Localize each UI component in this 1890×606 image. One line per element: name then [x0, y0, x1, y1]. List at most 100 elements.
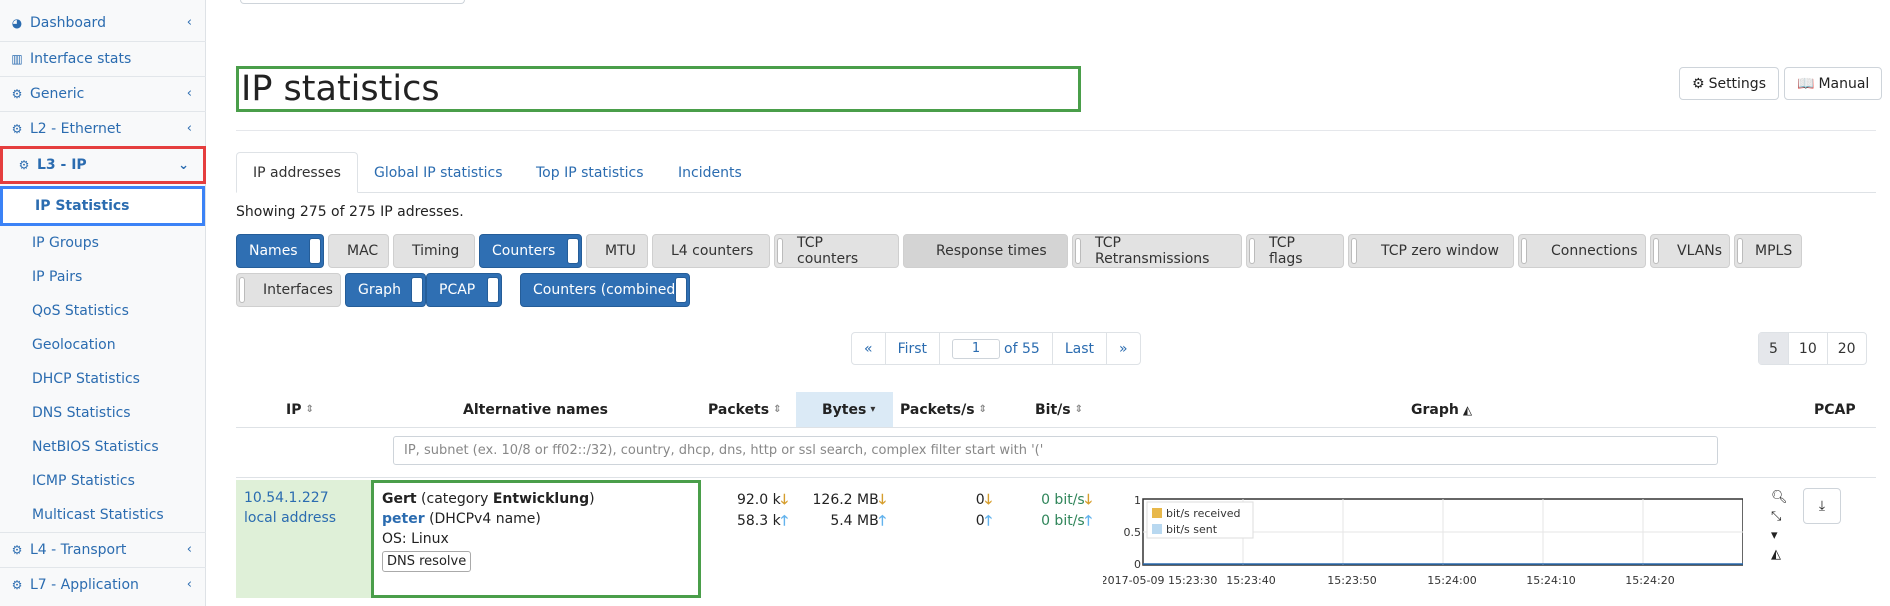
ip-link[interactable]: 10.54.1.227 — [244, 488, 363, 508]
column-header-packets-per-second[interactable]: Packets/s ⇕ — [900, 392, 987, 427]
sidebar-item-multicast-statistics[interactable]: Multicast Statistics — [32, 500, 202, 530]
page-last-button[interactable]: Last — [1053, 333, 1107, 364]
toggle-tcp-zero-window[interactable]: TCP zero window — [1348, 234, 1514, 268]
toggle-graph[interactable]: Graph — [345, 273, 426, 307]
ip-cell: 10.54.1.227 local address — [236, 480, 371, 598]
category-prefix: (category — [421, 491, 493, 507]
arrow-up-icon: 🡑 — [780, 513, 788, 529]
toggle-label: MPLS — [1755, 243, 1793, 259]
category-suffix: ) — [589, 491, 595, 507]
sort-icon: ⇕ — [305, 404, 314, 415]
sidebar-item-ip-pairs[interactable]: IP Pairs — [32, 262, 202, 292]
toggle-timing[interactable]: Timing — [393, 234, 475, 268]
page-first-button[interactable]: First — [886, 333, 941, 364]
toggle-interfaces[interactable]: Interfaces — [236, 273, 341, 307]
page-size-20[interactable]: 20 — [1828, 333, 1866, 364]
sidebar-item-ip-statistics[interactable]: IP Statistics — [0, 186, 205, 226]
page-size-5[interactable]: 5 — [1759, 333, 1789, 364]
toggle-label: Connections — [1551, 243, 1638, 259]
bits-per-second-sent: 0 bit/s🡑 — [1010, 510, 1092, 534]
compress-icon[interactable]: ⤡ — [1771, 509, 1781, 524]
toggle-knob — [1521, 238, 1527, 264]
toggle-tcp-counters[interactable]: TCP counters — [774, 234, 899, 268]
toggle-label: Names — [249, 243, 298, 259]
divider — [236, 477, 1876, 478]
toggle-tcp-flags[interactable]: TCP flags — [1246, 234, 1344, 268]
toggle-connections[interactable]: Connections — [1518, 234, 1646, 268]
page-number-input[interactable] — [952, 338, 1001, 359]
area-chart-icon[interactable]: ◭ — [1771, 547, 1781, 562]
dns-resolve-button[interactable]: DNS resolve — [382, 551, 472, 572]
sidebar-item-geolocation[interactable]: Geolocation — [32, 330, 202, 360]
y-tick: 1 — [1134, 494, 1141, 507]
column-header-label: PCAP — [1814, 401, 1856, 418]
filter-input[interactable] — [393, 436, 1718, 465]
sidebar-item-l7-application[interactable]: ⚙ L7 - Application ‹ — [0, 567, 206, 602]
dhcp-name-suffix: (DHCPv4 name) — [429, 511, 541, 527]
column-header-bits-per-second[interactable]: Bit/s ⇕ — [1035, 392, 1083, 427]
sidebar-item-label: ICMP Statistics — [32, 473, 135, 489]
page-next-button[interactable]: » — [1107, 333, 1140, 364]
manual-button[interactable]: 📖 Manual — [1784, 67, 1883, 100]
chevron-left-icon: ‹ — [186, 542, 192, 557]
gear-icon: ⚙ — [11, 121, 23, 136]
y-tick: 0.5 — [1124, 526, 1142, 539]
column-header-label: Bit/s — [1035, 401, 1071, 418]
result-count: Showing 275 of 275 IP adresses. — [236, 204, 464, 220]
ip-note-link[interactable]: local address — [244, 508, 363, 528]
column-header-bytes[interactable]: Bytes ▾ — [796, 392, 893, 427]
dhcp-name-link[interactable]: peter — [382, 511, 425, 527]
sidebar-item-qos-statistics[interactable]: QoS Statistics — [32, 296, 202, 326]
sidebar-item-netbios-statistics[interactable]: NetBIOS Statistics — [32, 432, 202, 462]
os-line: OS: Linux — [382, 531, 449, 547]
sidebar-item-dns-statistics[interactable]: DNS Statistics — [32, 398, 202, 428]
toggle-mtu[interactable]: MTU — [586, 234, 648, 268]
sidebar-item-label: Interface stats — [30, 50, 132, 67]
sidebar-item-ip-groups[interactable]: IP Groups — [32, 228, 202, 258]
sort-icon: ⇕ — [773, 404, 782, 415]
sidebar-item-generic[interactable]: ⚙ Generic ‹ — [0, 76, 206, 111]
tab-ip-addresses[interactable]: IP addresses — [236, 152, 358, 193]
pcap-download-button[interactable]: ⤓ — [1803, 488, 1841, 524]
sidebar-item-l4-transport[interactable]: ⚙ L4 - Transport ‹ — [0, 532, 206, 567]
sidebar-item-dhcp-statistics[interactable]: DHCP Statistics — [32, 364, 202, 394]
toggle-label: MAC — [347, 243, 379, 259]
column-header-label: Alternative names — [463, 401, 608, 418]
toggle-mpls[interactable]: MPLS — [1734, 234, 1802, 268]
toggle-vlans[interactable]: VLANs — [1650, 234, 1730, 268]
toggle-label: Interfaces — [263, 282, 333, 298]
toggle-knob — [1653, 238, 1659, 264]
toggle-knob — [239, 277, 245, 303]
page-prev-button[interactable]: « — [852, 333, 886, 364]
value: 0 — [975, 513, 985, 529]
zoom-icon[interactable]: 🔍︎ — [1771, 490, 1788, 505]
caret-down-icon[interactable]: ▾ — [1771, 528, 1778, 543]
sidebar-item-l2-ethernet[interactable]: ⚙ L2 - Ethernet ‹ — [0, 111, 206, 146]
column-header-packets[interactable]: Packets ⇕ — [708, 392, 781, 427]
gear-icon: ⚙ — [18, 158, 30, 172]
top-search-field[interactable] — [240, 0, 465, 4]
tab-incidents[interactable]: Incidents — [662, 152, 758, 193]
sidebar-item-label: NetBIOS Statistics — [32, 439, 159, 455]
toggle-pcap[interactable]: PCAP — [426, 273, 502, 307]
toggle-names[interactable]: Names — [236, 234, 324, 268]
settings-button[interactable]: ⚙ Settings — [1679, 67, 1779, 100]
toggle-l4-counters[interactable]: L4 counters — [652, 234, 770, 268]
column-header-ip[interactable]: IP ⇕ — [286, 392, 314, 427]
sidebar-item-dashboard[interactable]: ◕ Dashboard ‹ — [0, 5, 206, 40]
sidebar-item-icmp-statistics[interactable]: ICMP Statistics — [32, 466, 202, 496]
toggle-counters[interactable]: Counters — [479, 234, 582, 268]
toggle-knob — [567, 238, 579, 264]
page-size-10[interactable]: 10 — [1789, 333, 1828, 364]
sidebar-item-l3-ip[interactable]: ⚙ L3 - IP ⌄ — [0, 146, 206, 184]
toggle-response-times[interactable]: Response times — [903, 234, 1068, 268]
value: 0 bit/s — [1041, 492, 1085, 508]
tab-top-ip-statistics[interactable]: Top IP statistics — [520, 152, 660, 193]
toggle-knob — [309, 238, 321, 264]
toggle-mac[interactable]: MAC — [328, 234, 389, 268]
toggle-counters-combined[interactable]: Counters (combined — [520, 273, 690, 307]
sidebar-item-interface-stats[interactable]: ▥ Interface stats — [0, 41, 206, 76]
sidebar-item-label: QoS Statistics — [32, 303, 129, 319]
tab-global-ip-statistics[interactable]: Global IP statistics — [358, 152, 519, 193]
toggle-tcp-retransmissions[interactable]: TCP Retransmissions — [1072, 234, 1242, 268]
